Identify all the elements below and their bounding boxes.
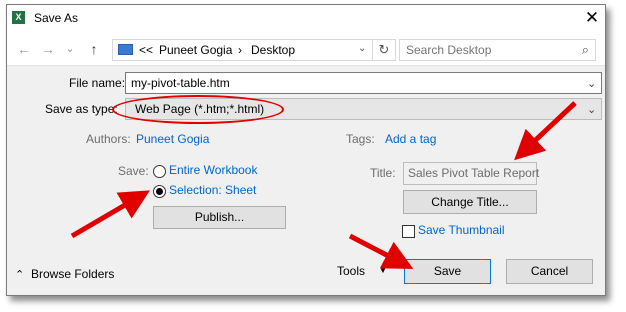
- annotation-arrows: [70, 101, 577, 269]
- arrow-to-title: [514, 101, 577, 161]
- arrow-to-save: [348, 233, 414, 269]
- arrow-to-selection: [70, 190, 150, 239]
